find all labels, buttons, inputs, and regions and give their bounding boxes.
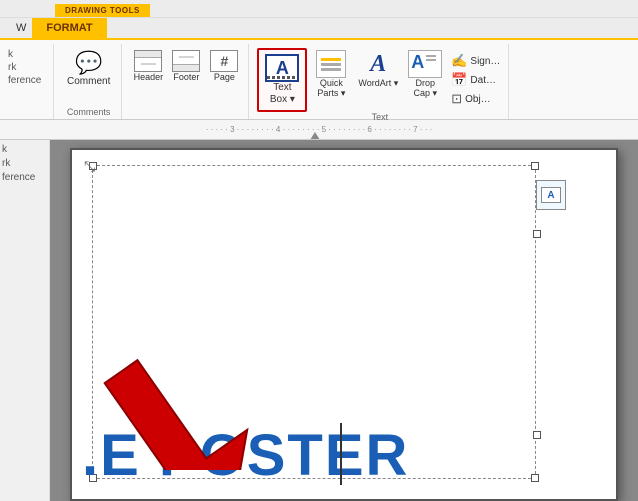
- object-icon: ⊡: [451, 91, 462, 107]
- handle-rb: [533, 431, 541, 439]
- text-box-icon: A: [265, 54, 299, 82]
- handle-rm: [533, 230, 541, 238]
- header-icon: ═══: [134, 50, 162, 72]
- date-icon: 📅: [451, 72, 467, 88]
- left-panel-item-rk: rk: [2, 158, 47, 169]
- handle-br: [531, 474, 539, 482]
- comment-icon: 💬: [75, 52, 102, 74]
- wordart-icon: A: [361, 50, 395, 78]
- poster-text: .E POSTER: [82, 422, 409, 489]
- textbox-icon-page: A: [536, 180, 566, 210]
- object-button[interactable]: ⊡ Obj…: [449, 90, 502, 108]
- toolbar-group-header-footer: ═══ Header ═══ Footer # Page: [124, 44, 249, 119]
- page-number-button[interactable]: # Page: [206, 48, 242, 84]
- text-box-button[interactable]: A TextBox ▾: [257, 48, 307, 112]
- quick-parts-button[interactable]: QuickParts ▾: [311, 48, 351, 101]
- ruler: · · · · · 3 · · · · · · · · 4 · · · · · …: [0, 120, 638, 140]
- ribbon-toolbar: k rk ference 💬 Comment Comments ═══: [0, 40, 638, 120]
- nav-item-rk[interactable]: rk: [6, 61, 49, 74]
- app-window: DRAWING TOOLS W FORMAT k rk ference 💬 Co…: [0, 0, 638, 501]
- ruler-marker: [310, 132, 320, 140]
- signature-button[interactable]: ✍ Sign…: [449, 52, 502, 70]
- nav-item-k[interactable]: k: [6, 48, 49, 61]
- resize-icon: ⤡: [84, 158, 95, 175]
- quick-parts-icon: [316, 50, 346, 78]
- left-panel-item-k: k: [2, 144, 47, 155]
- drop-cap-icon: A: [408, 50, 442, 78]
- left-panel: k rk ference: [0, 140, 50, 501]
- document-page: ⤡ A .E POSTER: [70, 148, 618, 501]
- footer-button[interactable]: ═══ Footer: [168, 48, 204, 84]
- left-panel-item-ference: ference: [2, 172, 47, 183]
- comment-button[interactable]: 💬 Comment: [62, 48, 115, 91]
- footer-icon: ═══: [172, 50, 200, 72]
- page-container: ⤡ A .E POSTER: [50, 140, 638, 501]
- format-tab[interactable]: FORMAT: [32, 18, 106, 38]
- comments-group-label: Comments: [67, 107, 111, 119]
- tab-w[interactable]: W: [10, 18, 32, 38]
- document-area: k rk ference ⤡ A: [0, 140, 638, 501]
- nav-item-ference[interactable]: ference: [6, 74, 49, 87]
- text-cursor: [340, 423, 342, 485]
- handle-tr: [531, 162, 539, 170]
- side-buttons-group: ✍ Sign… 📅 Dat… ⊡ Obj…: [449, 48, 502, 108]
- signature-icon: ✍: [451, 53, 467, 69]
- date-button[interactable]: 📅 Dat…: [449, 71, 502, 89]
- page-number-icon: #: [210, 50, 238, 72]
- toolbar-group-comments: 💬 Comment Comments: [56, 44, 122, 119]
- header-button[interactable]: ═══ Header: [130, 48, 166, 84]
- drawing-tools-tab: DRAWING TOOLS: [55, 4, 150, 17]
- drop-cap-button[interactable]: A DropCap ▾: [405, 48, 445, 101]
- toolbar-group-text: A TextBox ▾ QuickParts ▾ A: [251, 44, 509, 119]
- wordart-button[interactable]: A WordArt ▾: [355, 48, 401, 91]
